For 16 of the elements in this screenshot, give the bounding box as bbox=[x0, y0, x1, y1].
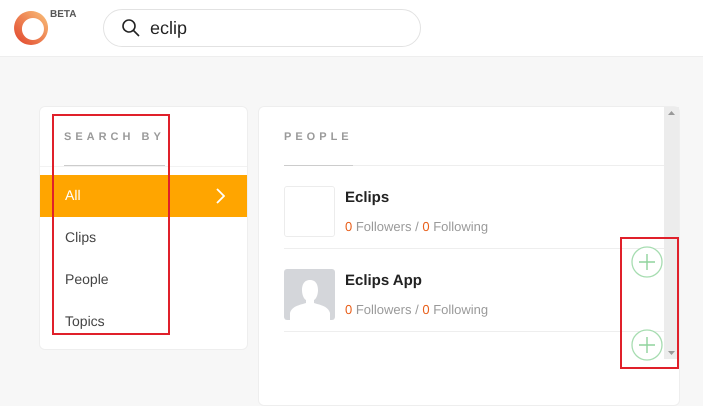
scrollbar[interactable] bbox=[664, 107, 679, 359]
logo-icon[interactable] bbox=[12, 8, 50, 46]
search-field[interactable]: eclip bbox=[103, 9, 421, 47]
beta-label: BETA bbox=[50, 8, 76, 22]
person-name[interactable]: Eclips bbox=[345, 186, 488, 209]
follow-stats: 0 Followers / 0 Following bbox=[345, 218, 488, 236]
search-icon bbox=[121, 18, 141, 38]
scroll-down-icon[interactable] bbox=[668, 351, 675, 355]
section-title: PEOPLE bbox=[284, 130, 354, 145]
add-button[interactable] bbox=[631, 246, 663, 278]
scroll-up-icon[interactable] bbox=[668, 111, 675, 115]
follow-stats: 0 Followers / 0 Following bbox=[345, 301, 488, 319]
sidebar-title: SEARCH BY bbox=[64, 130, 166, 145]
add-button[interactable] bbox=[631, 329, 663, 361]
chevron-right-icon bbox=[216, 188, 225, 204]
person-name[interactable]: Eclips App bbox=[345, 270, 488, 292]
